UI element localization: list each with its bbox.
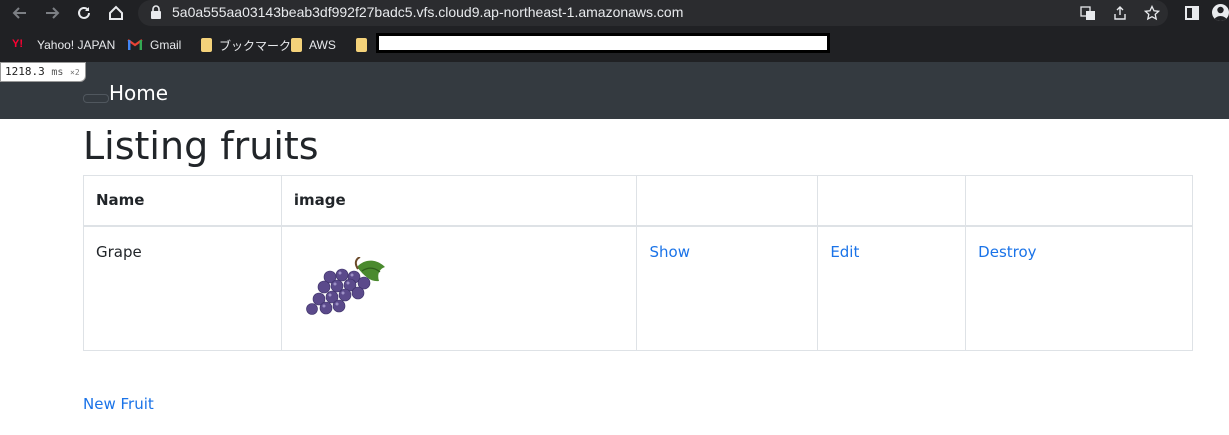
redacted-bookmark [376,33,830,53]
destroy-link[interactable]: Destroy [978,243,1036,261]
back-button[interactable] [8,1,32,25]
arrow-left-icon [12,7,26,19]
cell-image [280,225,638,351]
navbar-toggler[interactable] [83,94,109,103]
star-icon[interactable] [1142,3,1162,23]
cell-destroy: Destroy [965,225,1193,351]
perf-multiplier: ×2 [70,68,80,77]
bookmark-label: Yahoo! JAPAN [37,38,116,52]
table-header-row: Name image [83,175,1193,227]
bookmark-label: ブックマーク [219,38,292,53]
share-icon[interactable] [1110,3,1130,23]
header-empty [817,175,967,227]
table-row: Grape Show Edit Destroy [83,225,1193,351]
cell-edit: Edit [817,225,967,351]
header-image: image [280,175,638,227]
folder-icon [291,38,302,52]
browser-toolbar: 5a0a555aa03143beab3df992f27badc5.vfs.clo… [0,0,1229,27]
bookmark-folder-bookmarks[interactable]: ブックマーク [201,36,291,54]
grape-image [306,255,385,315]
new-fruit-link[interactable]: New Fruit [83,395,154,413]
translate-icon[interactable] [1078,3,1098,23]
bookmark-gmail[interactable]: Gmail [127,36,181,54]
show-link[interactable]: Show [649,243,689,261]
reload-button[interactable] [72,1,96,25]
header-empty [965,175,1193,227]
app-navbar: Home [0,62,1229,119]
folder-icon [356,38,367,52]
reload-icon [78,6,90,19]
bookmark-folder-redacted[interactable] [356,36,374,54]
home-button[interactable] [104,1,128,25]
perf-value: 1218.3 [5,65,45,78]
page-title: Listing fruits [83,124,319,168]
cell-name: Grape [83,225,282,351]
url-text: 5a0a555aa03143beab3df992f27badc5.vfs.clo… [172,4,684,20]
lock-icon [151,5,161,19]
bookmark-label: Gmail [150,38,182,52]
fruits-table: Name image Grape Show Edit Destroy [83,175,1193,351]
edit-link[interactable]: Edit [830,243,859,261]
bookmark-yahoo[interactable]: Y! Yahoo! JAPAN [12,36,115,54]
folder-icon [201,38,212,52]
cell-show: Show [636,225,819,351]
bookmark-label: AWS [309,38,336,52]
bookmark-folder-aws[interactable]: AWS [291,36,336,54]
person-icon [1214,6,1227,21]
perf-badge: 1218.3 ms ×2 [0,62,86,82]
address-bar[interactable]: 5a0a555aa03143beab3df992f27badc5.vfs.clo… [138,0,1168,26]
yahoo-icon: Y! [12,38,23,50]
home-icon [109,5,123,20]
perf-unit: ms [51,67,64,78]
forward-button[interactable] [40,1,64,25]
side-panel-icon [1185,6,1199,20]
gmail-icon [127,38,143,52]
header-name: Name [83,175,282,227]
side-panel-button[interactable] [1180,1,1204,25]
header-empty [636,175,819,227]
home-link[interactable]: Home [109,81,168,105]
arrow-right-icon [46,7,60,19]
profile-avatar[interactable] [1212,4,1229,21]
